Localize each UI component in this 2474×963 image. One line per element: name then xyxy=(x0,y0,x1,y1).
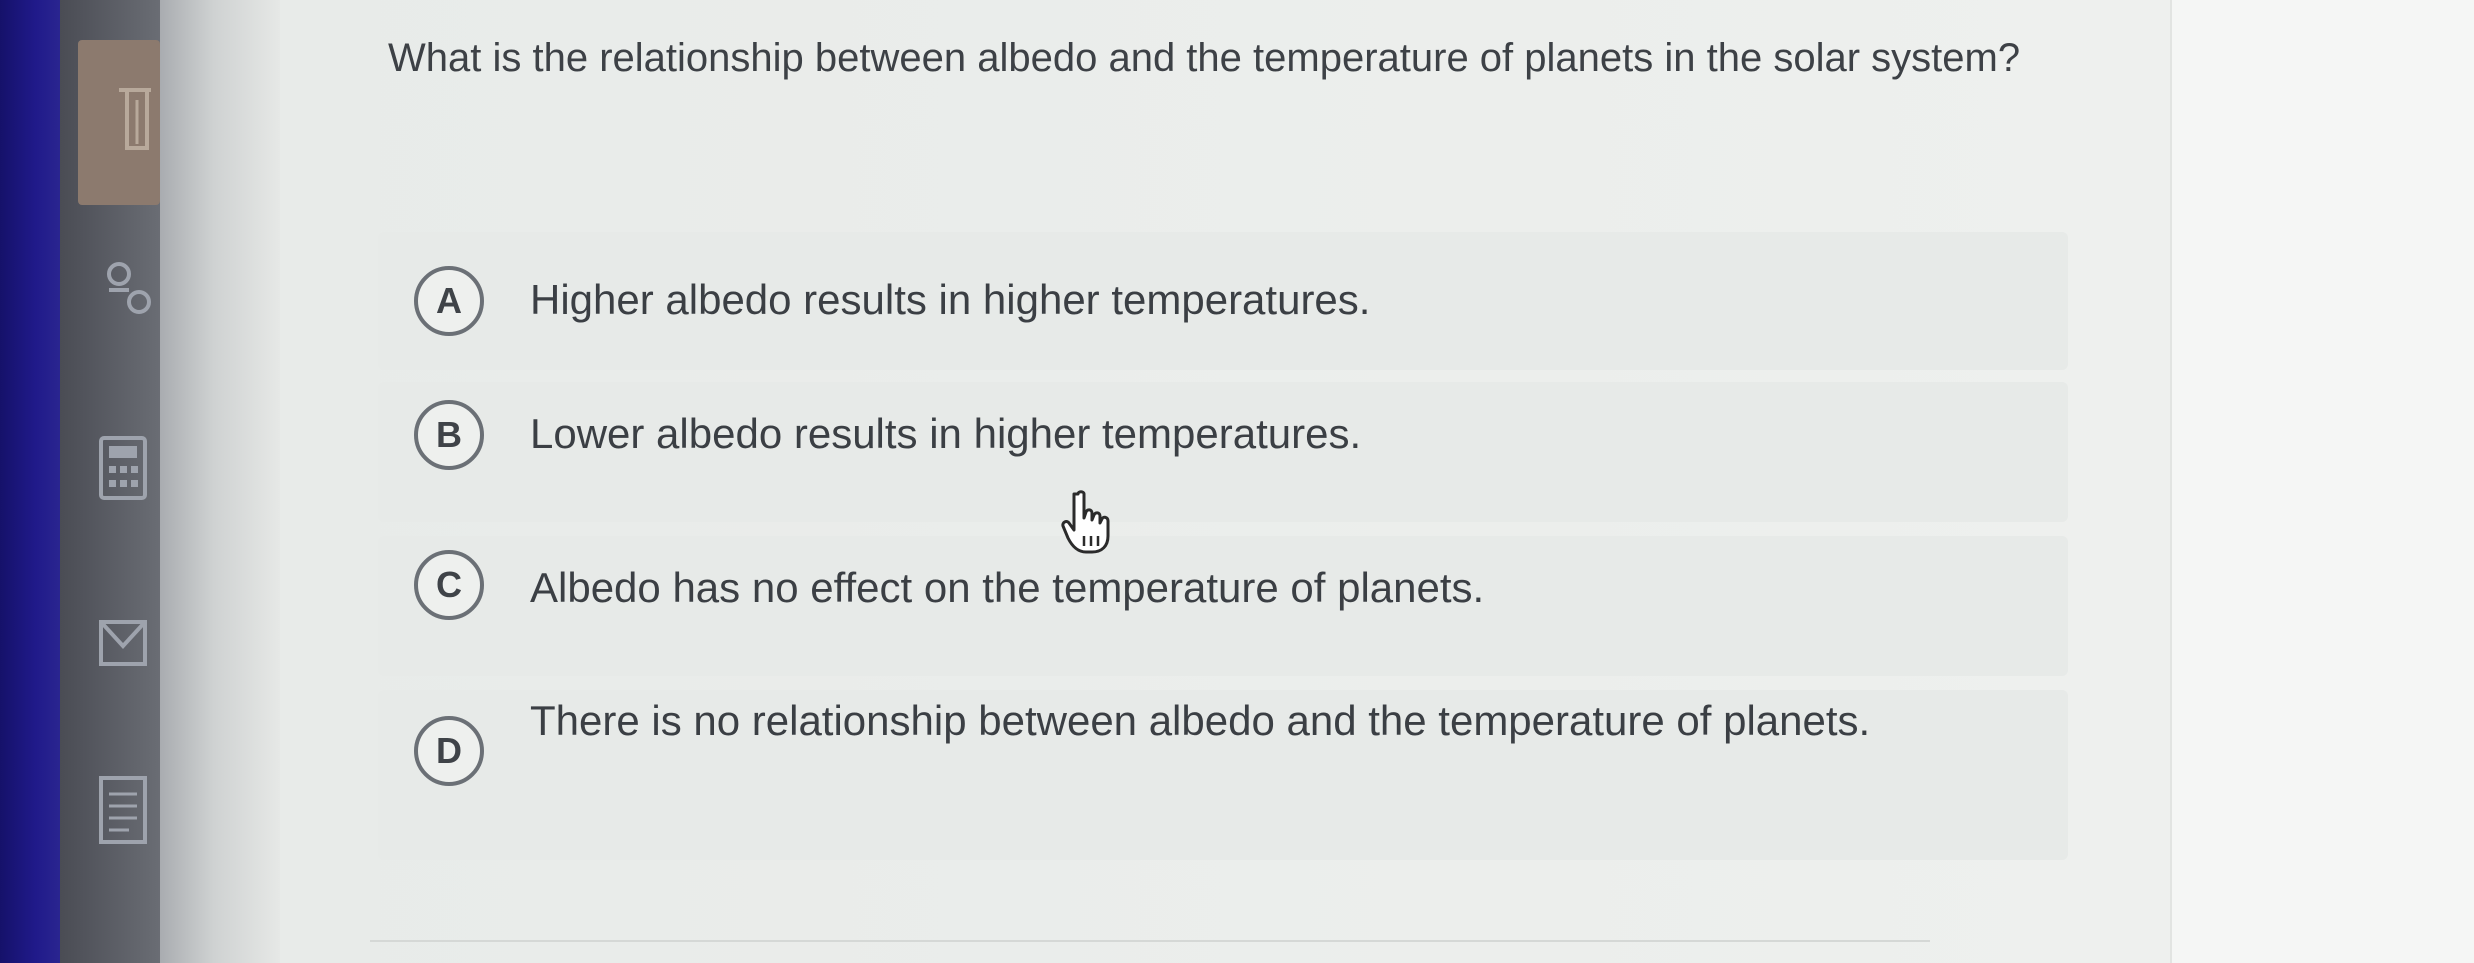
accessibility-icon[interactable] xyxy=(95,250,155,330)
bottom-divider xyxy=(370,940,1930,942)
notepad-icon[interactable] xyxy=(95,770,155,850)
reader-icon[interactable] xyxy=(95,80,155,160)
calculator-icon[interactable] xyxy=(95,430,155,510)
choice-c-letter[interactable]: C xyxy=(414,550,484,620)
choice-d-letter[interactable]: D xyxy=(414,716,484,786)
choice-b-letter[interactable]: B xyxy=(414,400,484,470)
choice-c[interactable]: C Albedo has no effect on the temperatur… xyxy=(378,536,2068,676)
hand-pointer-icon xyxy=(1060,490,1116,556)
choice-c-text: Albedo has no effect on the temperature … xyxy=(530,564,1485,611)
flag-icon[interactable] xyxy=(95,600,155,680)
choice-b[interactable]: B Lower albedo results in higher tempera… xyxy=(378,382,2068,522)
choice-d[interactable]: D There is no relationship between albed… xyxy=(378,690,2068,860)
choice-b-text: Lower albedo results in higher temperatu… xyxy=(530,410,1362,457)
screen: What is the relationship between albedo … xyxy=(0,0,2474,963)
choice-a-text: Higher albedo results in higher temperat… xyxy=(530,276,1371,323)
choice-a-letter[interactable]: A xyxy=(414,266,484,336)
choice-d-text: There is no relationship between albedo … xyxy=(530,697,1871,744)
panel-shadow xyxy=(160,0,280,963)
choice-a[interactable]: A Higher albedo results in higher temper… xyxy=(378,232,2068,370)
question-text: What is the relationship between albedo … xyxy=(388,36,2021,80)
right-panel xyxy=(2170,0,2474,963)
screen-bezel xyxy=(0,0,60,963)
